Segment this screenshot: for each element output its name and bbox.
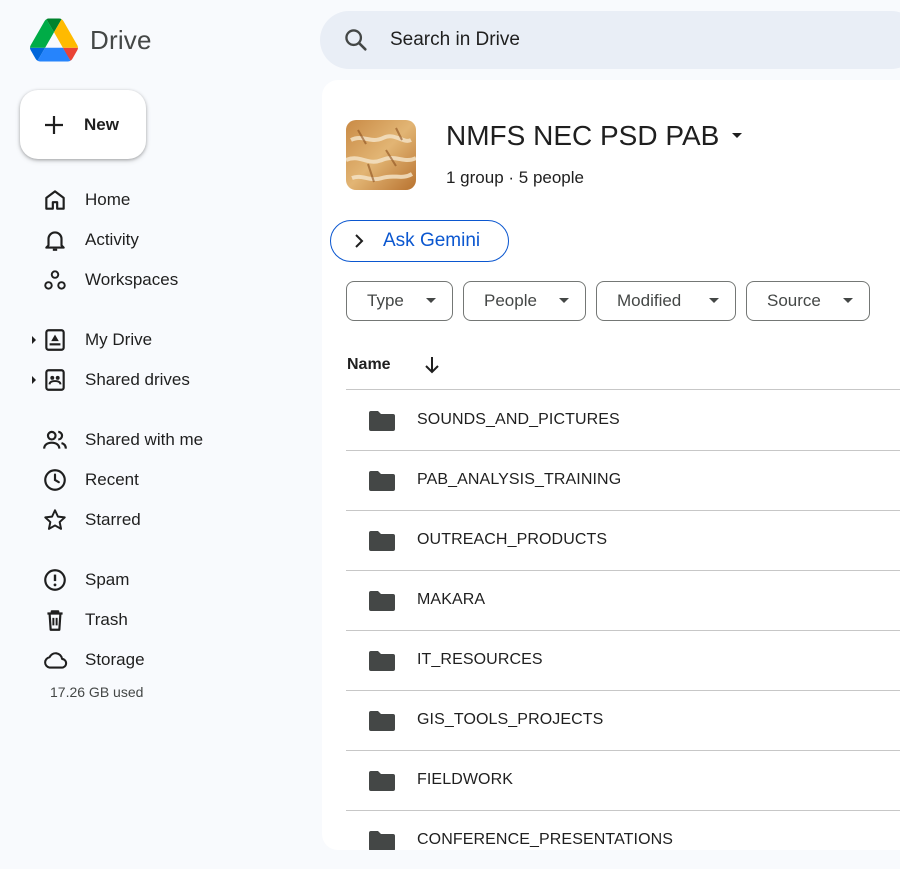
star-icon bbox=[44, 509, 66, 530]
folder-icon bbox=[369, 411, 395, 431]
bell-icon bbox=[45, 231, 65, 251]
table-row[interactable]: MAKARA bbox=[346, 571, 900, 631]
file-name: IT_RESOURCES bbox=[417, 651, 543, 668]
folder-icon bbox=[369, 651, 395, 671]
sidebar-item-workspaces[interactable]: Workspaces bbox=[30, 260, 300, 300]
chevron-right-icon bbox=[355, 234, 364, 248]
sidebar-item-storage[interactable]: Storage bbox=[30, 640, 300, 680]
expand-arrow-icon[interactable] bbox=[30, 376, 38, 384]
folder-icon bbox=[369, 711, 395, 731]
caret-down-icon[interactable] bbox=[731, 132, 743, 140]
file-name: OUTREACH_PRODUCTS bbox=[417, 531, 608, 548]
sidebar-item-trash[interactable]: Trash bbox=[30, 600, 300, 640]
ask-gemini-label: Ask Gemini bbox=[383, 230, 481, 251]
sidebar-item-recent[interactable]: Recent bbox=[30, 460, 300, 500]
workspaces-icon bbox=[44, 270, 66, 290]
file-name: GIS_TOOLS_PROJECTS bbox=[417, 711, 604, 728]
caret-down-icon bbox=[426, 298, 436, 303]
sidebar-item-label: Shared with me bbox=[85, 430, 204, 449]
sidebar-item-label: Recent bbox=[85, 470, 139, 489]
table-row[interactable]: IT_RESOURCES bbox=[346, 631, 900, 691]
caret-down-icon bbox=[709, 298, 719, 303]
storage-used-text: 17.26 GB used bbox=[50, 684, 144, 700]
filter-people[interactable]: People bbox=[463, 281, 586, 321]
file-name: MAKARA bbox=[417, 591, 486, 608]
search-input[interactable]: Search in Drive bbox=[390, 29, 520, 51]
sidebar-item-label: Trash bbox=[85, 610, 128, 629]
folder-icon bbox=[369, 471, 395, 491]
shared-drives-icon bbox=[45, 369, 65, 391]
sidebar-item-label: Starred bbox=[85, 510, 141, 529]
sidebar-item-my-drive[interactable]: My Drive bbox=[30, 320, 300, 360]
arrow-down-icon[interactable] bbox=[424, 356, 440, 374]
sidebar-item-label: Spam bbox=[85, 570, 130, 589]
sidebar-item-activity[interactable]: Activity bbox=[30, 220, 300, 260]
folder-icon bbox=[369, 831, 395, 850]
table-row[interactable]: CONFERENCE_PRESENTATIONS bbox=[346, 811, 900, 850]
new-button-label: New bbox=[84, 114, 119, 134]
plus-icon bbox=[45, 115, 63, 134]
folder-icon bbox=[369, 771, 395, 791]
file-name: CONFERENCE_PRESENTATIONS bbox=[417, 831, 674, 848]
sidebar-item-spam[interactable]: Spam bbox=[30, 560, 300, 600]
filter-label: Modified bbox=[617, 291, 682, 310]
filter-source[interactable]: Source bbox=[746, 281, 870, 321]
google-drive-icon bbox=[30, 18, 78, 62]
list-header: Name bbox=[346, 348, 900, 390]
sidebar-item-label: Storage bbox=[85, 650, 145, 669]
group-subtitle: 1 group · 5 people bbox=[446, 168, 584, 187]
sidebar-item-shared-with-me[interactable]: Shared with me bbox=[30, 420, 300, 460]
app-title: Drive bbox=[90, 24, 152, 55]
table-row[interactable]: PAB_ANALYSIS_TRAINING bbox=[346, 451, 900, 511]
drive-logo[interactable]: Drive bbox=[30, 18, 152, 62]
people-icon bbox=[43, 430, 67, 449]
caret-down-icon bbox=[559, 298, 569, 303]
filter-label: People bbox=[484, 291, 537, 310]
file-name: PAB_ANALYSIS_TRAINING bbox=[417, 471, 622, 488]
sidebar-item-label: Home bbox=[85, 190, 131, 209]
sidebar-item-label: My Drive bbox=[85, 330, 153, 349]
caret-down-icon bbox=[843, 298, 853, 303]
column-header-name[interactable]: Name bbox=[347, 356, 391, 374]
sidebar-item-home[interactable]: Home bbox=[30, 180, 300, 220]
table-row[interactable]: FIELDWORK bbox=[346, 751, 900, 811]
sidebar-item-label: Workspaces bbox=[85, 270, 179, 289]
filter-type[interactable]: Type bbox=[346, 281, 453, 321]
table-row[interactable]: OUTREACH_PRODUCTS bbox=[346, 511, 900, 571]
new-button[interactable]: New bbox=[20, 90, 146, 159]
trash-icon bbox=[47, 610, 63, 631]
expand-arrow-icon[interactable] bbox=[30, 336, 38, 344]
clock-icon bbox=[44, 469, 66, 491]
folder-icon bbox=[369, 591, 395, 611]
search-bar[interactable]: Search in Drive bbox=[320, 11, 900, 69]
sidebar-item-starred[interactable]: Starred bbox=[30, 500, 300, 540]
filter-label: Type bbox=[367, 291, 404, 310]
search-icon[interactable] bbox=[342, 26, 370, 54]
cloud-icon bbox=[44, 652, 68, 669]
filter-modified[interactable]: Modified bbox=[596, 281, 736, 321]
main-content: NMFS NEC PSD PAB 1 group · 5 people Ask … bbox=[322, 80, 900, 850]
spam-icon bbox=[44, 569, 66, 591]
table-row[interactable]: GIS_TOOLS_PROJECTS bbox=[346, 691, 900, 751]
filter-label: Source bbox=[767, 291, 821, 310]
sidebar-item-shared-drives[interactable]: Shared drives bbox=[30, 360, 300, 400]
folder-icon bbox=[369, 531, 395, 551]
sidebar-item-label: Activity bbox=[85, 230, 139, 249]
ask-gemini-button[interactable]: Ask Gemini bbox=[330, 220, 509, 262]
group-title: NMFS NEC PSD PAB bbox=[446, 120, 720, 151]
sidebar-item-label: Shared drives bbox=[85, 370, 190, 389]
file-name: SOUNDS_AND_PICTURES bbox=[417, 411, 620, 428]
my-drive-icon bbox=[45, 329, 65, 351]
table-row[interactable]: SOUNDS_AND_PICTURES bbox=[346, 391, 900, 451]
group-avatar bbox=[346, 120, 416, 190]
file-name: FIELDWORK bbox=[417, 771, 514, 788]
home-icon bbox=[45, 190, 65, 210]
